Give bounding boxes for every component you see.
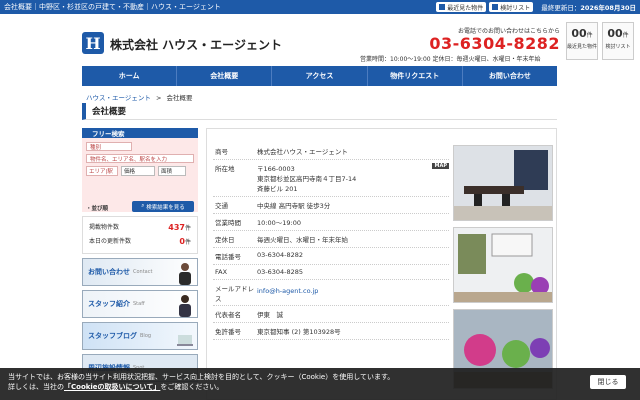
search-icon: ⌕ [141, 203, 145, 209]
breadcrumb-home[interactable]: ハウス・エージェント [86, 94, 151, 102]
global-nav: ホーム 会社概要 アクセス 物件リクエスト お問い合わせ [82, 66, 557, 86]
header: H 株式会社 ハウス・エージェント お電話でのお問い合わせはこちらから 03-6… [0, 14, 640, 66]
nav-home[interactable]: ホーム [82, 66, 178, 86]
phone-number[interactable]: 03-6304-8282 [360, 35, 560, 53]
staff-icon [179, 295, 191, 317]
keyword-input[interactable]: 物件名、エリア名、駅名を入力 [86, 154, 194, 163]
recent-properties-button[interactable]: 最近見た物件 [436, 2, 487, 12]
cookie-policy-link[interactable]: 「Cookieの取扱いについて」 [64, 383, 160, 391]
nav-request[interactable]: 物件リクエスト [368, 66, 463, 86]
search-button[interactable]: ⌕ 検索結果を見る [132, 201, 194, 212]
search-title: フリー検索 [82, 128, 198, 138]
page-title: 会社概要 [82, 103, 557, 120]
cookie-banner: 当サイトでは、お客様の当サイト利用状況把握、サービス向上検討を目的として、クッキ… [0, 368, 640, 400]
sort-label: ・並び順 [86, 206, 109, 212]
area-select[interactable]: エリア|駅 [86, 166, 118, 176]
cookie-text: 当サイトでは、お客様の当サイト利用状況把握、サービス向上検討を目的として、クッキ… [8, 373, 395, 381]
company-info-table: 商号 株式会社ハウス・エージェント 所在地 〒166-0003 東京都杉並区高円寺南… [213, 143, 449, 340]
sidebar: フリー検索 種別 物件名、エリア名、駅名を入力 エリア|駅 価格 面積 ・並び順… [82, 128, 198, 382]
business-hours: 営業時間：10:00〜19:00 定休日：毎週火曜日、水曜日・年末年始 [360, 56, 541, 63]
map-button[interactable]: MAP [432, 163, 449, 169]
banner-blog[interactable]: スタッフブログ Blog [82, 322, 198, 350]
top-bar: 会社概要｜中野区・杉並区の戸建て・不動産｜ハウス・エージェント 最近見た物件 検… [0, 0, 640, 14]
table-row: 商号 株式会社ハウス・エージェント [213, 143, 449, 160]
table-row: 電話番号 03-6304-8282 [213, 248, 449, 265]
email-link[interactable]: info@h-agent.co.jp [257, 287, 318, 295]
breadcrumb: ハウス・エージェント > 会社概要 [86, 94, 193, 102]
table-row: 定休日 毎週火曜日、水曜日・年末年始 [213, 231, 449, 248]
nav-company[interactable]: 会社概要 [177, 66, 273, 86]
nav-contact[interactable]: お問い合わせ [463, 66, 557, 86]
site-tagline: 会社概要｜中野区・杉並区の戸建て・不動産｜ハウス・エージェント [4, 3, 221, 11]
company-content: 商号 株式会社ハウス・エージェント 所在地 〒166-0003 東京都杉並区高円寺南… [206, 128, 557, 400]
table-row: 交通 中央線 高円寺駅 徒歩3分 [213, 197, 449, 214]
recent-counter[interactable]: 00件 最近見た物件 [566, 22, 598, 60]
price-select[interactable]: 価格 [121, 166, 155, 176]
last-updated: 最終更新日：2026年08月30日 [541, 4, 636, 12]
banner-contact[interactable]: お問い合わせ Contact [82, 258, 198, 286]
stat-listings: 掲載物件数 437件 [89, 223, 191, 232]
banner-staff[interactable]: スタッフ紹介 Staff [82, 290, 198, 318]
search-panel: 種別 物件名、エリア名、駅名を入力 エリア|駅 価格 面積 ・並び順 ⌕ 検索結果… [82, 138, 198, 212]
list-icon [492, 4, 499, 10]
office-photo-shelf[interactable] [453, 227, 553, 303]
area-size-select[interactable]: 面積 [158, 166, 186, 176]
nav-access[interactable]: アクセス [272, 66, 368, 86]
table-row: 代表者名 伊東 誠 [213, 306, 449, 323]
clock-icon [439, 4, 446, 10]
consider-list-button[interactable]: 検討リスト [489, 2, 534, 12]
stat-updates: 本日の更新件数 0件 [89, 237, 191, 246]
consider-counter[interactable]: 00件 検討リスト [602, 22, 634, 60]
cookie-close-button[interactable]: 閉じる [590, 375, 626, 389]
office-photo-meeting-room[interactable] [453, 145, 553, 221]
contact-block: お電話でのお問い合わせはこちらから 03-6304-8282 営業時間：10:0… [360, 26, 560, 63]
type-select[interactable]: 種別 [86, 142, 132, 151]
staff-icon [179, 263, 191, 285]
stats-box: 掲載物件数 437件 本日の更新件数 0件 [82, 216, 198, 254]
laptop-icon [177, 335, 193, 346]
breadcrumb-current: 会社概要 [166, 94, 193, 102]
table-row: 営業時間 10:00〜19:00 [213, 214, 449, 231]
table-row: 所在地 〒166-0003 東京都杉並区高円寺南４丁目7-14 斉藤ビル 201 M… [213, 160, 449, 197]
table-row: 免許番号 東京都知事 (2) 第103928号 [213, 323, 449, 340]
logo-icon[interactable]: H [82, 32, 104, 54]
company-logo-text[interactable]: 株式会社 ハウス・エージェント [110, 36, 282, 53]
table-row: FAX 03-6304-8285 [213, 265, 449, 280]
table-row: メールアドレス info@h-agent.co.jp [213, 280, 449, 306]
